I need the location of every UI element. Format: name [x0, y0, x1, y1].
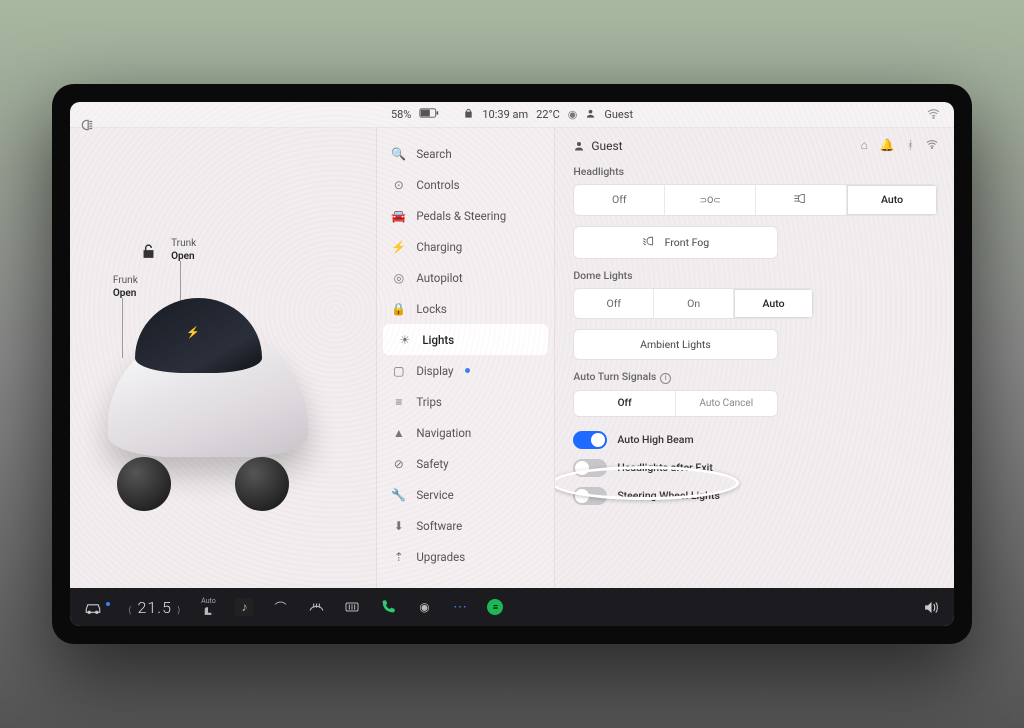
defrost-front-icon[interactable] — [307, 598, 325, 616]
dome-off[interactable]: Off — [574, 289, 654, 318]
upgrade-icon: ⇡ — [391, 549, 406, 564]
nav-safety[interactable]: ⊘Safety — [377, 448, 554, 479]
profile-name[interactable]: Guest — [604, 108, 633, 121]
auto-turn-cancel[interactable]: Auto Cancel — [676, 391, 777, 416]
wifi-icon[interactable] — [926, 138, 938, 153]
auto-turn-off[interactable]: Off — [574, 391, 676, 416]
temp-up-icon[interactable]: ⟩ — [177, 606, 182, 616]
steering-wheel-lights-toggle[interactable] — [573, 487, 607, 505]
nav-pedals-steering[interactable]: 🚘Pedals & Steering — [377, 200, 554, 231]
download-icon: ⬇ — [391, 518, 406, 533]
sun-icon: ☀ — [397, 332, 412, 347]
headlights-auto[interactable]: Auto — [847, 185, 937, 215]
controls-icon: ⊙ — [391, 177, 406, 192]
dock-car-icon[interactable] — [84, 598, 102, 616]
dome-segmented[interactable]: Off On Auto — [573, 288, 814, 319]
trips-icon: ≡ — [391, 394, 406, 409]
lights-settings: Guest ⌂ 🔔 ᚼ Headlights Off ⊃O⊂ — [555, 128, 954, 588]
headlights-after-exit-label: Headlights after Exit — [617, 461, 713, 474]
dome-auto[interactable]: Auto — [734, 289, 813, 318]
sentry-icon[interactable]: ◉ — [568, 108, 578, 121]
climate-temp[interactable]: ⟨ 21.5 ⟩ — [128, 598, 181, 617]
headlights-parking[interactable]: ⊃O⊂ — [665, 185, 756, 215]
nav-service[interactable]: 🔧Service — [377, 479, 554, 510]
dome-on[interactable]: On — [654, 289, 734, 318]
seat-heat-icon[interactable]: Auto — [199, 598, 217, 616]
outside-temp: 22°C — [536, 108, 560, 121]
nav-software[interactable]: ⬇Software — [377, 510, 554, 541]
info-icon[interactable]: i — [660, 373, 671, 384]
car-icon: 🚘 — [391, 208, 406, 223]
nav-autopilot[interactable]: ◎Autopilot — [377, 262, 554, 293]
dock-dot — [106, 602, 110, 606]
defrost-rear-icon[interactable] — [343, 598, 361, 616]
headlights-after-exit-toggle[interactable] — [573, 459, 607, 477]
lock-icon: 🔒 — [391, 301, 406, 316]
bolt-icon: ⚡ — [391, 239, 406, 254]
dome-label: Dome Lights — [573, 269, 938, 282]
dot-indicator — [465, 368, 470, 373]
clock-time: 10:39 am — [482, 108, 528, 121]
charge-bolt-icon[interactable]: ⚡ — [186, 326, 200, 339]
wrench-icon: 🔧 — [391, 487, 406, 502]
auto-turn-segmented[interactable]: Off Auto Cancel — [573, 390, 777, 417]
nav-charging[interactable]: ⚡Charging — [377, 231, 554, 262]
nav-controls[interactable]: ⊙Controls — [377, 169, 554, 200]
steering-wheel-lights-label: Steering Wheel Lights — [617, 489, 720, 502]
fog-icon — [642, 235, 657, 250]
display-icon: ▢ — [391, 363, 406, 378]
car-render — [95, 284, 322, 505]
lowbeam-icon — [793, 194, 809, 207]
spotify-icon[interactable]: ≡ — [487, 599, 503, 615]
front-fog-button[interactable]: Front Fog — [573, 226, 777, 259]
wifi-icon[interactable] — [927, 107, 940, 123]
ambient-lights-button[interactable]: Ambient Lights — [573, 329, 777, 360]
volume-icon[interactable] — [922, 598, 940, 616]
profile-chip[interactable]: Guest — [573, 139, 622, 153]
nav-arrow-icon: ▲ — [391, 425, 406, 440]
profile-icon[interactable] — [585, 108, 596, 122]
wiper-icon[interactable]: ⌒ — [271, 598, 289, 616]
nav-upgrades[interactable]: ⇡Upgrades — [377, 541, 554, 572]
status-bar: 58% 10:39 am 22°C ◉ Guest — [70, 102, 954, 128]
headlights-on[interactable] — [756, 185, 847, 215]
vehicle-view: FrunkOpen TrunkOpen — [70, 128, 377, 588]
headlights-label: Headlights — [573, 165, 938, 178]
trunk-label[interactable]: TrunkOpen — [171, 238, 196, 263]
auto-high-beam-label: Auto High Beam — [617, 433, 693, 446]
nav-trips[interactable]: ≡Trips — [377, 386, 554, 417]
lock-icon[interactable] — [463, 108, 474, 122]
nav-lights[interactable]: ☀Lights — [383, 324, 548, 355]
auto-high-beam-toggle[interactable] — [573, 431, 607, 449]
camera-icon[interactable]: ◉ — [415, 598, 433, 616]
homelink-icon[interactable]: ⌂ — [861, 138, 868, 153]
search-icon: 🔍 — [391, 146, 406, 161]
bell-icon[interactable]: 🔔 — [880, 138, 895, 153]
bluetooth-icon[interactable]: ᚼ — [907, 138, 914, 153]
nav-navigation[interactable]: ▲Navigation — [377, 417, 554, 448]
unlock-icon[interactable] — [140, 243, 157, 260]
headlights-after-exit-row: Headlights after Exit — [573, 459, 938, 477]
battery-percent: 58% — [391, 108, 411, 121]
music-icon[interactable]: ♪ — [235, 598, 253, 616]
bottom-dock: ⟨ 21.5 ⟩ Auto ♪ ⌒ ◉ ⋯ ≡ — [70, 588, 954, 626]
auto-high-beam-row: Auto High Beam — [573, 431, 938, 449]
steering-wheel-lights-row: Steering Wheel Lights — [573, 487, 938, 505]
temp-down-icon[interactable]: ⟨ — [128, 606, 133, 616]
phone-icon[interactable] — [379, 598, 397, 616]
wheel-icon: ◎ — [391, 270, 406, 285]
shield-icon: ⊘ — [391, 456, 406, 471]
headlights-off[interactable]: Off — [574, 185, 665, 215]
settings-nav: 🔍Search ⊙Controls 🚘Pedals & Steering ⚡Ch… — [377, 128, 555, 588]
apps-icon[interactable]: ⋯ — [451, 598, 469, 616]
headlights-segmented[interactable]: Off ⊃O⊂ Auto — [573, 184, 938, 216]
nav-locks[interactable]: 🔒Locks — [377, 293, 554, 324]
battery-icon — [419, 108, 439, 121]
auto-turn-label: Auto Turn Signalsi — [573, 370, 938, 384]
nav-display[interactable]: ▢Display — [377, 355, 554, 386]
parking-light-icon: ⊃O⊂ — [700, 196, 721, 206]
nav-search[interactable]: 🔍Search — [377, 138, 554, 169]
